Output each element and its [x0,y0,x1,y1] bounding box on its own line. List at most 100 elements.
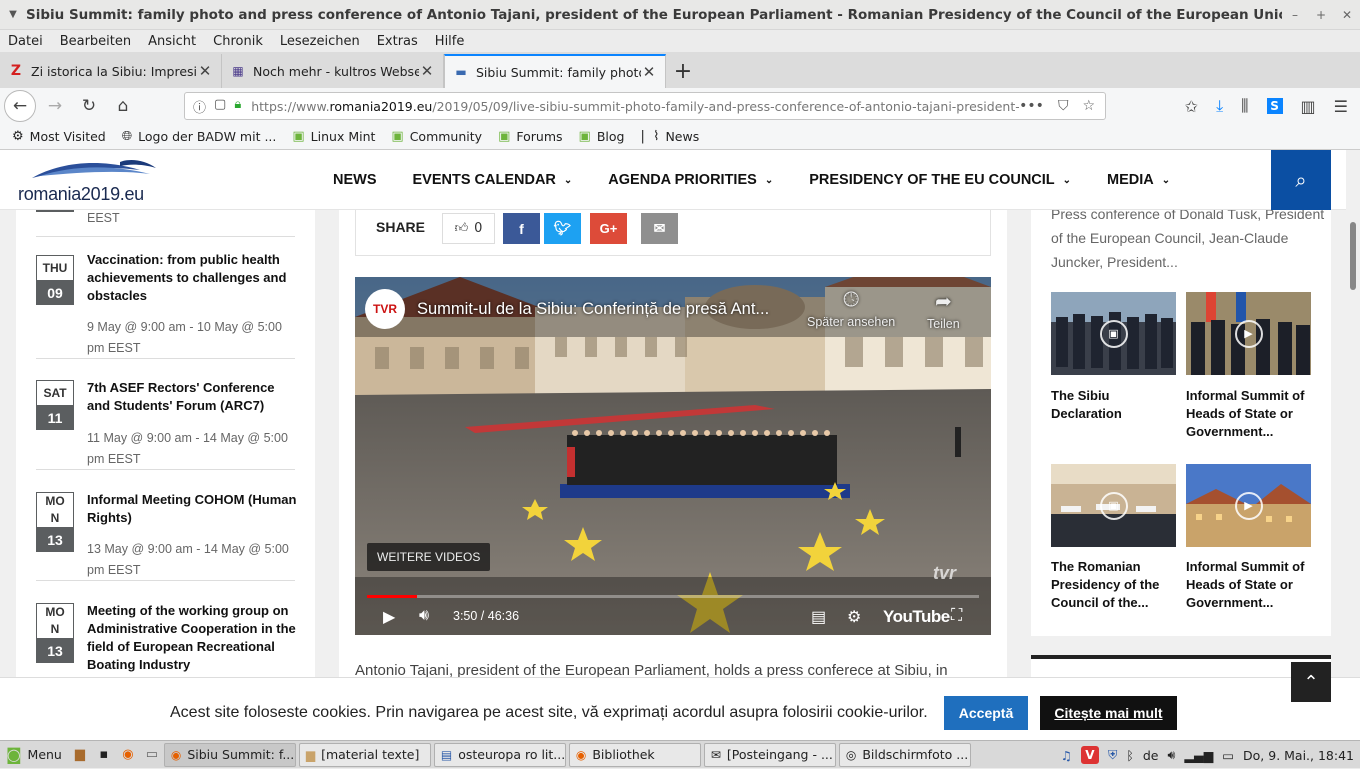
video-title[interactable]: Summit-ul de la Sibiu: Conferință de pre… [417,300,769,319]
hamburger-menu-icon[interactable]: ☰ [1334,97,1348,116]
nav-events-calendar[interactable]: EVENTS CALENDAR ⌄ [413,172,573,188]
maximize-icon[interactable]: + [1308,8,1334,22]
url-bar[interactable]: ⓘ ▢ 🔒︎ https://www.romania2019.eu/2019/0… [184,92,1106,120]
taskbar-app-firefox[interactable]: ◉ Sibiu Summit: f... [163,742,296,767]
new-tab-icon[interactable]: + [666,54,700,88]
accept-cookies-button[interactable]: Acceptă [944,696,1028,730]
media-caption[interactable]: Informal Summit of Heads of State or Gov… [1186,558,1316,612]
bookmark-forums[interactable]: ▣ Forums [498,129,562,144]
bookmarks-star-icon[interactable]: ✩ [1185,97,1198,116]
show-desktop-icon[interactable]: ▭ [142,745,162,765]
nav-presidency[interactable]: PRESIDENCY OF THE EU COUNCIL ⌄ [809,172,1071,188]
music-icon[interactable]: ♫ [1061,748,1072,763]
media-thumbnail[interactable]: ▶ [1186,292,1311,375]
bookmark-community[interactable]: ▣ Community [391,129,482,144]
share-video-button[interactable]: ➦ Teilen [927,289,960,331]
youtube-logo[interactable]: YouTube [883,607,950,627]
clock[interactable]: Do, 9. Mai., 18:41 [1243,748,1354,763]
youtube-video-player[interactable]: TVR Summit-ul de la Sibiu: Conferință de… [355,277,991,635]
nav-news[interactable]: NEWS [333,172,377,188]
back-arrow-icon[interactable]: ← [4,90,36,122]
facebook-share-button[interactable]: f [503,213,540,244]
media-thumbnail[interactable]: ▶ [1186,464,1311,547]
menu-extras[interactable]: Extras [377,34,418,49]
close-tab-icon[interactable]: ✕ [197,62,213,80]
menu-bearbeiten[interactable]: Bearbeiten [60,34,131,49]
lock-icon[interactable]: 🔒︎ [234,97,241,116]
read-more-button[interactable]: Citește mai mult [1040,696,1177,730]
terminal-icon[interactable]: ▪ [94,745,114,765]
video-progress-bar[interactable] [367,595,979,598]
more-videos-button[interactable]: WEITERE VIDEOS [367,543,491,571]
email-share-button[interactable]: ✉ [641,213,678,244]
subtitles-icon[interactable]: ▤ [811,607,826,627]
menu-chronik[interactable]: Chronik [213,34,263,49]
sync-s-icon[interactable]: S [1266,98,1283,114]
bookmark-blog[interactable]: ▣ Blog [579,129,625,144]
taskbar-app-screenshot[interactable]: ◎ Bildschirmfoto ... [838,742,971,767]
vivaldi-icon[interactable]: V [1080,746,1099,764]
menu-lesezeichen[interactable]: Lesezeichen [280,34,360,49]
media-caption[interactable]: The Romanian Presidency of the Council o… [1051,558,1181,612]
battery-icon[interactable]: ▭ [1222,748,1234,763]
page-actions-icon[interactable]: ••• [1019,98,1044,114]
twitter-share-button[interactable]: 🐦︎ [544,213,581,244]
media-caption[interactable]: The Sibiu Declaration [1051,387,1181,423]
forward-arrow-icon[interactable]: → [40,91,70,121]
list-item[interactable]: THU 09 Vaccination: from public health a… [36,247,295,359]
tvr-channel-avatar[interactable]: TVR [365,289,405,329]
media-caption[interactable]: Informal Summit of Heads of State or Gov… [1186,387,1316,441]
taskbar-app-files[interactable]: ▆ [material texte] [298,742,431,767]
taskbar-app-mail[interactable]: ✉ [Posteingang - ... [703,742,836,767]
menu-datei[interactable]: Datei [8,34,43,49]
close-icon[interactable]: ✕ [1334,8,1360,22]
pocket-icon[interactable]: ⛉ [1058,98,1069,114]
event-title[interactable]: Informal Meeting COHOM (Human Rights) [87,491,297,527]
reload-icon[interactable]: ↻ [74,91,104,121]
home-icon[interactable]: ⌂ [108,91,138,121]
library-icon[interactable]: ⫼ [1241,96,1248,116]
downloads-icon[interactable]: ⤓ [1216,96,1223,116]
bookmark-star-icon[interactable]: ☆ [1082,98,1095,114]
play-icon[interactable]: ▶ [383,607,395,627]
googleplus-share-button[interactable]: G+ [590,213,627,244]
nav-agenda-priorities[interactable]: AGENDA PRIORITIES ⌄ [608,172,773,188]
settings-gear-icon[interactable]: ⚙ [847,607,861,627]
taskbar-app-writer[interactable]: ▤ osteuropa ro lit... [433,742,566,767]
tracking-protection-icon[interactable]: ▢ [214,97,226,116]
media-thumbnail[interactable]: ▣ [1051,464,1176,547]
keyboard-layout[interactable]: de [1143,748,1159,763]
tab-3-active[interactable]: ▬ Sibiu Summit: family photo and ✕ [444,54,666,88]
sidebar-icon[interactable]: ▥ [1301,97,1316,116]
start-menu-button[interactable]: ◙ Menu [0,742,68,768]
event-title[interactable]: 7th ASEF Rectors' Conference and Student… [87,379,297,415]
network-icon[interactable]: ▂▄▆ [1184,748,1213,763]
page-scrollbar[interactable] [1346,150,1360,677]
bluetooth-icon[interactable]: ᛒ [1126,748,1134,763]
tab-1[interactable]: Z Zi istorica la Sibiu: Impresionan ✕ [0,54,222,88]
taskbar-app-library[interactable]: ◉ Bibliothek [568,742,701,767]
list-item[interactable]: SAT 11 7th ASEF Rectors' Conference and … [36,359,295,470]
close-tab-icon[interactable]: ✕ [419,62,435,80]
file-manager-icon[interactable]: ▆ [70,745,90,765]
tab-2[interactable]: ▦ Noch mehr - kultros Webseite ✕ [222,54,444,88]
event-title[interactable]: Meeting of the working group on Administ… [87,602,297,674]
bookmark-most-visited[interactable]: ⚙ Most Visited [12,129,106,144]
info-icon[interactable]: ⓘ [193,97,206,116]
menu-ansicht[interactable]: Ansicht [148,34,196,49]
list-item[interactable]: MO N 13 Informal Meeting COHOM (Human Ri… [36,470,297,581]
url-text[interactable]: https://www.romania2019.eu/2019/05/09/li… [251,99,1019,114]
nav-media[interactable]: MEDIA ⌄ [1107,172,1170,188]
event-title[interactable]: Vaccination: from public health achievem… [87,251,297,305]
volume-icon[interactable]: 🔊︎ [1167,747,1175,763]
bookmark-badw[interactable]: 🌐︎ Logo der BADW mit ... [122,129,277,144]
menu-hilfe[interactable]: Hilfe [435,34,465,49]
watch-later-button[interactable]: 🕓︎ Später ansehen [807,289,895,329]
shield-icon[interactable]: ⛨ [1108,747,1117,763]
like-button[interactable]: 👍︎ 0 [442,213,495,244]
search-icon[interactable]: ⌕ [1271,150,1331,210]
close-tab-icon[interactable]: ✕ [641,63,657,81]
fullscreen-icon[interactable]: ⛶ [951,607,962,625]
window-menu-icon[interactable]: ▼ [0,9,26,20]
media-thumbnail[interactable]: ▣ [1051,292,1176,375]
